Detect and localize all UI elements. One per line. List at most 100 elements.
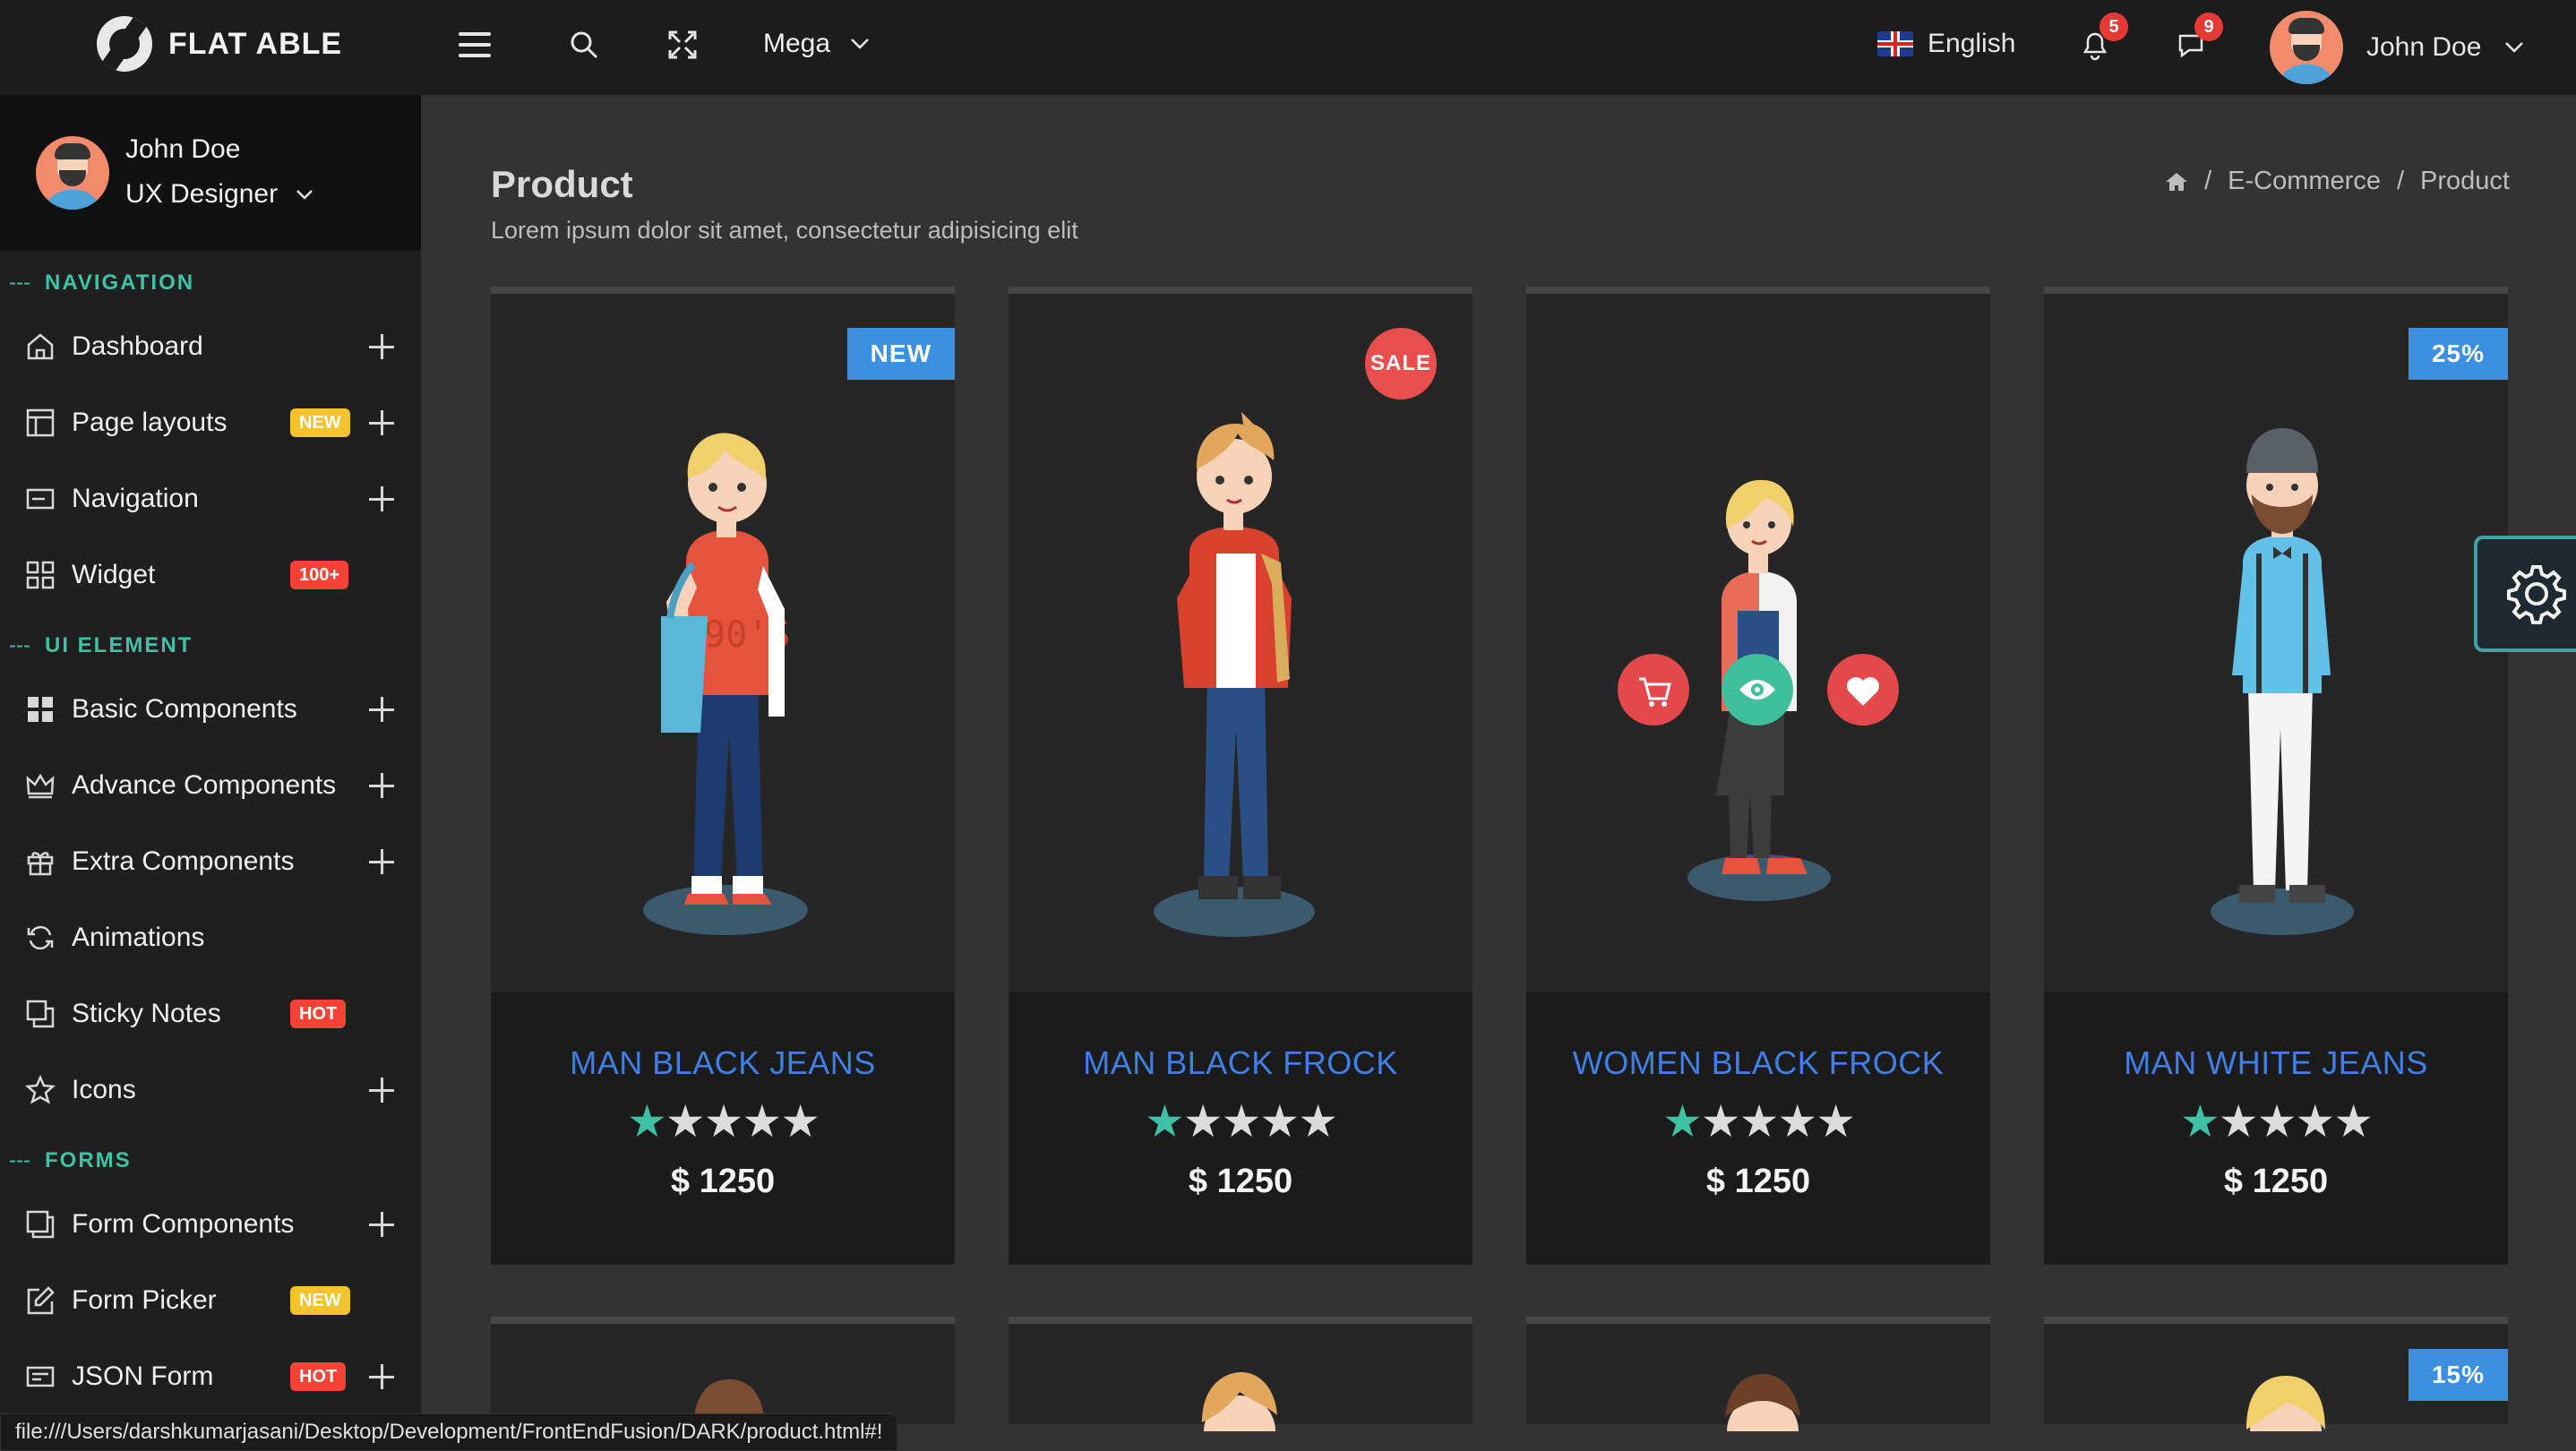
product-image [1526,294,1990,992]
notes-icon [26,1000,55,1028]
product-price: $ 1250 [670,1163,776,1200]
expand-plus-icon [367,1210,396,1239]
sidebar-item-animations[interactable]: Animations [0,906,421,969]
notifications-button[interactable]: 5 [2080,13,2128,65]
sale-badge: SALE [1365,328,1437,399]
product-card[interactable] [1526,1317,1990,1451]
sidebar-item-navigation[interactable]: Navigation [0,468,421,530]
sidebar-item-label: Basic Components [72,694,297,724]
product-info: WOMEN BLACK FROCK ★★★★★ $ 1250 [1526,992,1990,1265]
mega-menu-label: Mega [763,29,831,58]
expand-plus-icon [367,1362,396,1391]
product-card[interactable]: SALE MAN BLACK FROCK ★★★★★ $ 1250 [1009,287,1473,1265]
product-name-link[interactable]: MAN WHITE JEANS [2044,1044,2508,1082]
language-selector[interactable]: English [1877,29,2015,59]
refresh-icon [27,925,54,950]
sidebar-item-label: Widget [72,560,156,589]
count-badge: 100+ [290,561,349,589]
expand-plus-icon [367,695,396,724]
mega-menu-toggle[interactable]: Mega [763,29,870,59]
sidebar-item-sticky-notes[interactable]: Sticky Notes HOT [0,983,421,1045]
json-icon [26,1366,55,1387]
fullscreen-icon[interactable] [666,29,699,65]
sidebar-item-label: Dashboard [72,331,203,361]
sidebar-item-page-layouts[interactable]: Page layouts NEW [0,391,421,454]
user-name: John Doe [2366,32,2482,62]
messages-count-badge: 9 [2194,13,2223,41]
sidebar-item-form-components[interactable]: Form Components [0,1193,421,1256]
menu-toggle-icon[interactable] [459,32,491,59]
product-card[interactable] [1009,1317,1473,1451]
product-card[interactable] [491,1317,955,1431]
new-badge: NEW [290,408,350,437]
profile-role[interactable]: UX Designer [125,179,313,210]
gift-icon [27,852,54,876]
product-card[interactable]: 15% [2044,1317,2508,1451]
sidebar-item-form-picker[interactable]: Form Picker NEW [0,1269,421,1332]
search-icon[interactable] [568,29,600,65]
section-title: NAVIGATION [44,270,195,295]
sidebar-item-label: Animations [72,923,205,952]
section-forms: --- FORMS [9,1148,132,1172]
sidebar-item-extra-components[interactable]: Extra Components [0,830,421,893]
product-name-link[interactable]: MAN BLACK FROCK [1009,1044,1473,1082]
main-content: Product Lorem ipsum dolor sit amet, cons… [421,95,2576,1451]
new-badge: NEW [846,328,955,380]
sidebar-item-dashboard[interactable]: Dashboard [0,315,421,378]
breadcrumb-item[interactable]: E-Commerce [2228,167,2381,196]
product-card[interactable]: 90'S NEW MAN BLACK JEANS ★★★★★ $ 1250 [491,287,955,1265]
logo-icon [97,16,152,72]
product-card[interactable]: WOMEN BLACK FROCK ★★★★★ $ 1250 [1526,287,1990,1265]
product-image: 90'S NEW [491,294,955,992]
section-title: FORMS [44,1148,132,1172]
cart-icon [1639,677,1671,707]
sidebar-item-advance-components[interactable]: Advance Components [0,754,421,817]
hot-badge: HOT [290,1362,347,1391]
expand-plus-icon [367,847,396,876]
product-name-link[interactable]: WOMEN BLACK FROCK [1526,1044,1990,1082]
user-menu[interactable]: John Doe [2270,11,2524,84]
section-navigation: --- NAVIGATION [9,270,195,295]
quick-view-button[interactable] [1722,654,1793,726]
sidebar-profile[interactable]: John Doe UX Designer [0,95,421,251]
notifications-count-badge: 5 [2099,13,2128,41]
new-badge: NEW [290,1286,350,1315]
expand-plus-icon [367,485,396,513]
sidebar-item-label: Navigation [72,484,199,513]
navigation-icon [26,488,55,510]
product-image: SALE [1009,294,1473,992]
sidebar-item-basic-components[interactable]: Basic Components [0,678,421,741]
section-ui-element: --- UI ELEMENT [9,633,193,657]
product-info: MAN BLACK JEANS ★★★★★ $ 1250 [491,992,955,1265]
section-title: UI ELEMENT [44,633,193,657]
product-name-link[interactable]: MAN BLACK JEANS [491,1044,955,1082]
eye-icon [1739,680,1775,700]
wishlist-button[interactable] [1827,654,1899,726]
product-price: $ 1250 [1188,1163,1293,1200]
add-to-cart-button[interactable] [1618,654,1689,726]
sidebar-item-widget[interactable]: Widget 100+ [0,544,421,606]
sidebar-item-label: Sticky Notes [72,999,221,1028]
rating-stars: ★★★★★ [626,1096,820,1146]
top-header: FLAT ABLE Mega English 5 9 John Doe [0,0,2576,95]
theme-settings-button[interactable] [2474,536,2576,652]
sidebar-item-json-form[interactable]: JSON Form HOT [0,1345,421,1408]
expand-plus-icon [367,1076,396,1104]
discount-badge: 15% [2408,1349,2508,1401]
brand-name: FLAT ABLE [168,26,343,61]
sidebar-item-label: Extra Components [72,846,295,876]
layout-icon [26,408,55,437]
page-title: Product [491,163,633,205]
messages-button[interactable]: 9 [2175,13,2223,65]
chevron-down-icon [2505,42,2524,53]
rating-stars: ★★★★★ [1662,1096,1856,1146]
home-icon[interactable] [2165,171,2188,193]
product-price: $ 1250 [1705,1163,1811,1200]
profile-name: John Doe [125,134,241,164]
sidebar-item-icons[interactable]: Icons [0,1059,421,1121]
grid-icon [28,697,53,722]
product-card[interactable]: 25% MAN WHITE JEANS ★★★★★ $ 1250 [2044,287,2508,1265]
chevron-down-icon [296,190,313,200]
brand-logo[interactable]: FLAT ABLE [97,16,342,72]
hot-badge: HOT [290,1000,347,1028]
